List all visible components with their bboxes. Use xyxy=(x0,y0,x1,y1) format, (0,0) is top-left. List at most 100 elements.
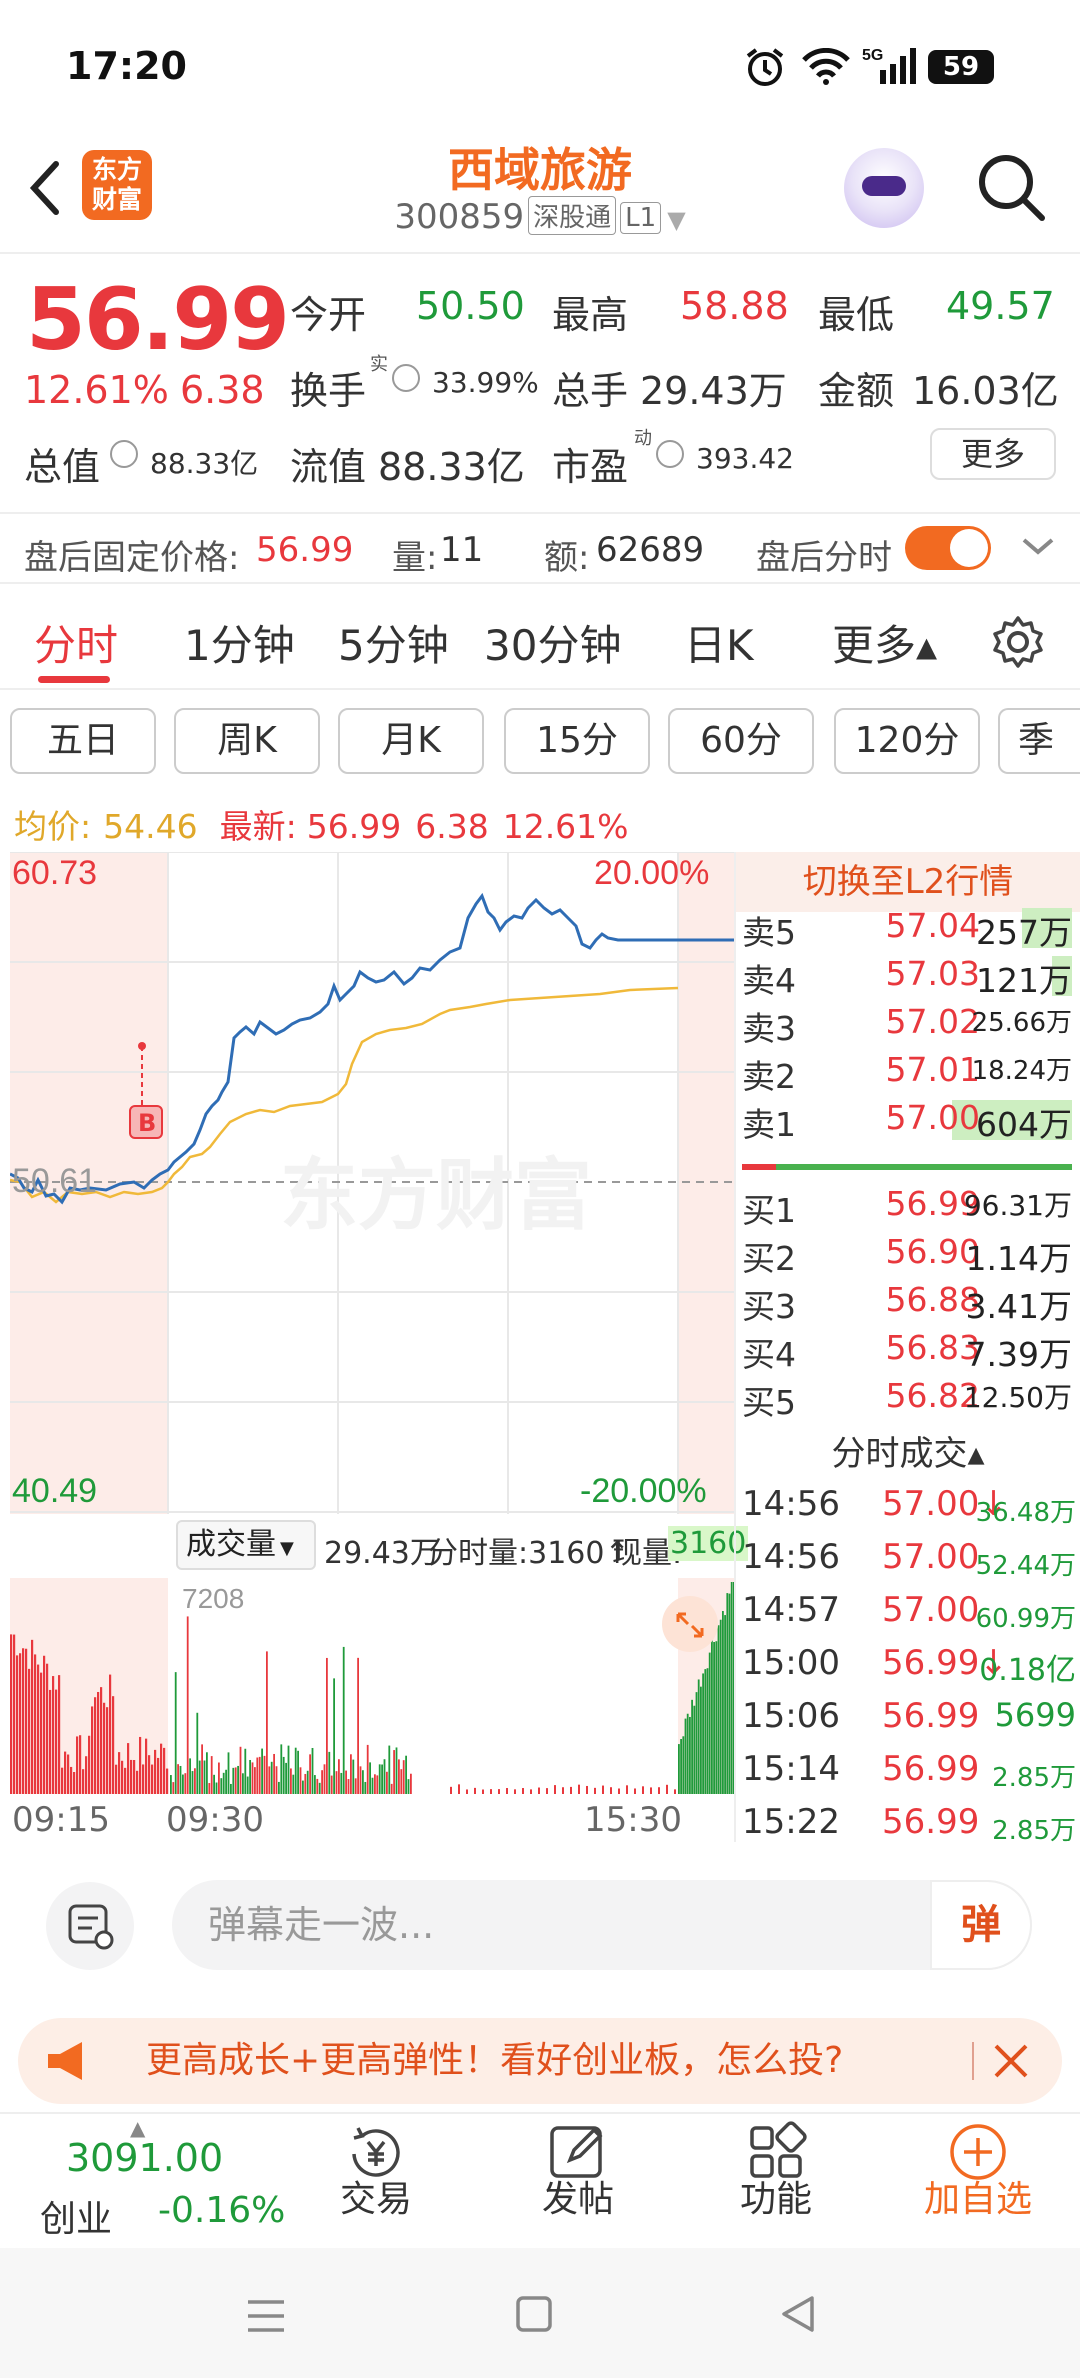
volume-bar xyxy=(335,1771,338,1794)
ask-row[interactable]: 卖3 57.02 25.66万 xyxy=(742,1002,1072,1050)
volume-bar xyxy=(378,1764,381,1794)
robot-assistant-icon[interactable] xyxy=(844,148,924,228)
period-15min[interactable]: 15分 xyxy=(504,708,650,774)
volume-bar xyxy=(626,1785,628,1794)
volume-bar xyxy=(76,1736,79,1794)
after-hours-toggle[interactable] xyxy=(905,526,991,570)
volume-chart[interactable]: 7208 xyxy=(10,1578,734,1794)
ask-label: 卖2 xyxy=(742,1057,796,1096)
volume-bar xyxy=(691,1699,693,1794)
bid-row[interactable]: 买3 56.88 3.41万 xyxy=(742,1280,1072,1328)
bid-volume: 96.31万 xyxy=(963,1189,1072,1222)
ask-row[interactable]: 卖4 57.03 121万 xyxy=(742,954,1072,1002)
ask-volume: 257万 xyxy=(976,913,1072,952)
home-nav-icon[interactable] xyxy=(514,2294,554,2334)
volume-bar xyxy=(466,1789,468,1794)
functions-label[interactable]: 功能 xyxy=(706,2170,846,2222)
volume-bar xyxy=(213,1774,215,1794)
period-month[interactable]: 月K xyxy=(338,708,484,774)
volume-bar xyxy=(323,1764,326,1794)
search-icon[interactable] xyxy=(974,150,1050,226)
volume-bar xyxy=(366,1744,369,1794)
change-percent: 12.61% xyxy=(24,368,169,412)
info-icon[interactable] xyxy=(656,440,684,468)
period-quarter[interactable]: 季 xyxy=(998,708,1080,774)
tab-more[interactable]: 更多▴ xyxy=(832,612,937,673)
danmu-send-button[interactable]: 弹 xyxy=(930,1880,1032,1970)
volume-bar xyxy=(112,1696,115,1794)
gear-icon[interactable] xyxy=(990,614,1046,670)
period-120min[interactable]: 120分 xyxy=(834,708,980,774)
volume-bar xyxy=(316,1778,319,1794)
l2-switch-button[interactable]: 切换至L2行情 xyxy=(736,852,1080,912)
float-label: 流值 xyxy=(290,445,367,489)
bid-row[interactable]: 买4 56.83 7.39万 xyxy=(742,1328,1072,1376)
chevron-down-icon[interactable] xyxy=(1020,534,1056,558)
volume-bar xyxy=(340,1772,343,1794)
ask-label: 卖5 xyxy=(742,913,796,952)
tick-row: 15:00 56.99↓ 0.18亿 xyxy=(742,1643,1076,1695)
ask-row[interactable]: 卖2 57.01 18.24万 xyxy=(742,1050,1072,1098)
bid-row[interactable]: 买1 56.99 96.31万 xyxy=(742,1184,1072,1232)
volume-selector[interactable]: 成交量 ▼ xyxy=(176,1520,316,1570)
info-icon[interactable] xyxy=(392,364,420,392)
volume-bar xyxy=(578,1784,580,1794)
period-5day[interactable]: 五日 xyxy=(10,708,156,774)
tab-30min[interactable]: 30分钟 xyxy=(484,612,621,673)
ask-row[interactable]: 卖1 57.00 604万 xyxy=(742,1098,1072,1146)
tab-daily-k[interactable]: 日K xyxy=(684,612,754,673)
period-60min[interactable]: 60分 xyxy=(668,708,814,774)
volume-bar xyxy=(194,1768,196,1794)
more-button[interactable]: 更多 xyxy=(930,428,1056,480)
tab-5min[interactable]: 5分钟 xyxy=(338,612,449,673)
intraday-price-chart[interactable]: 东方财富 B 60.73 20.00% 50.61 40.49 -20.00% xyxy=(10,852,734,1514)
volume-bar xyxy=(562,1787,564,1794)
trade-label[interactable]: 交易 xyxy=(306,2170,446,2222)
promo-banner[interactable]: 更高成长+更高弹性！看好创业板，怎么投? xyxy=(18,2018,1062,2104)
tab-1min[interactable]: 1分钟 xyxy=(184,612,295,673)
volume-bar xyxy=(174,1672,177,1794)
volume-bar xyxy=(275,1766,278,1794)
ask-volume: 18.24万 xyxy=(971,1056,1072,1086)
info-icon[interactable] xyxy=(110,440,138,468)
menu-nav-icon[interactable] xyxy=(244,2296,288,2336)
volume-bar xyxy=(354,1778,357,1794)
volume-bar xyxy=(400,1769,403,1794)
volume-bar xyxy=(726,1593,729,1794)
period-week[interactable]: 周K xyxy=(174,708,320,774)
volume-bar xyxy=(642,1786,644,1794)
ask-label: 卖3 xyxy=(742,1009,796,1048)
back-nav-icon[interactable] xyxy=(778,2294,818,2334)
volume-bar xyxy=(321,1770,323,1794)
pe-label: 市盈 xyxy=(552,445,629,489)
volume-bar xyxy=(302,1780,304,1794)
index-value[interactable]: 3091.00 xyxy=(66,2136,223,2180)
expand-icon[interactable] xyxy=(662,1596,718,1652)
bid-row[interactable]: 买2 56.90 1.14万 xyxy=(742,1232,1072,1280)
bid-row[interactable]: 买5 56.82 12.50万 xyxy=(742,1376,1072,1424)
danmu-input[interactable]: 弹幕走一波... xyxy=(172,1880,1032,1970)
mktcap-label: 总值 xyxy=(24,445,101,489)
volume-bar xyxy=(261,1748,263,1794)
volume-bar xyxy=(359,1766,362,1794)
volume-bar xyxy=(234,1767,237,1794)
tab-intraday[interactable]: 分时 xyxy=(34,612,118,673)
post-label[interactable]: 发帖 xyxy=(508,2170,648,2222)
volume-bar xyxy=(249,1759,251,1794)
ticks-title[interactable]: 分时成交▴ xyxy=(736,1426,1080,1475)
volume-bar xyxy=(215,1782,218,1794)
volume-bar xyxy=(306,1770,309,1794)
close-icon[interactable] xyxy=(990,2040,1032,2082)
volume-bar xyxy=(244,1748,247,1794)
add-watch-label[interactable]: 加自选 xyxy=(908,2170,1048,2222)
avg-label: 均价: xyxy=(14,807,92,846)
ask-price: 57.04 xyxy=(885,906,980,945)
volume-bar xyxy=(402,1760,405,1794)
pe-sup: 动 xyxy=(634,428,652,449)
volume-bar xyxy=(352,1759,355,1794)
volume-bar xyxy=(381,1764,383,1794)
level-tag: L1 xyxy=(620,202,662,234)
ask-row[interactable]: 卖5 57.04 257万 xyxy=(742,906,1072,954)
volume-bar xyxy=(393,1750,395,1794)
danmu-settings-icon[interactable] xyxy=(46,1882,134,1970)
